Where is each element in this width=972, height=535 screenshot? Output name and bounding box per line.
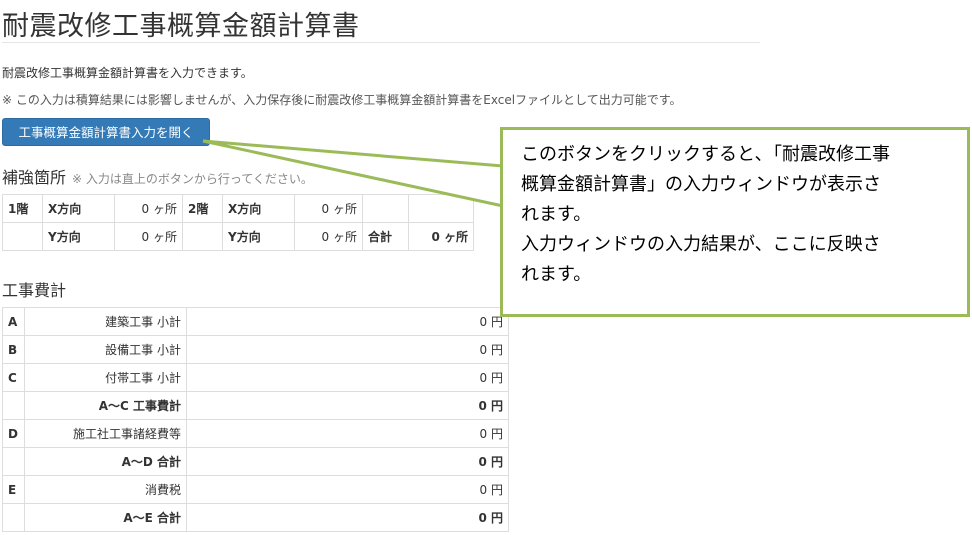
row-code: C: [2, 363, 25, 392]
reinforcement-heading: 補強箇所 ※ 入力は直上のボタンから行ってください。: [2, 164, 313, 188]
floor-2-y-count: 0 ヶ所: [294, 222, 363, 251]
callout-line: このボタンをクリックすると､「耐震改修工事: [521, 144, 890, 165]
cost-table: A 建築工事 小計 0 円 B 設備工事 小計 0 円 C 付帯工事 小計 0 …: [2, 307, 509, 532]
table-row: A 建築工事 小計 0 円: [2, 307, 509, 336]
table-row: A～D 合計 0 円: [2, 447, 509, 476]
row-code: E: [2, 475, 25, 504]
reinforcement-table: 1階 X方向 0 ヶ所 2階 X方向 0 ヶ所 Y方向 0 ヶ所 Y方向 0 ヶ…: [2, 194, 474, 251]
total-count: 0 ヶ所: [408, 222, 474, 251]
floor-1-y-count: 0 ヶ所: [114, 222, 183, 251]
reinforcement-hint: ※ 入力は直上のボタンから行ってください。: [72, 172, 313, 186]
row-label: A～E 合計: [24, 503, 187, 532]
empty-cell: [362, 194, 409, 223]
direction-x-label: X方向: [222, 194, 295, 223]
title-divider: [2, 42, 760, 43]
empty-cell: [408, 194, 474, 223]
direction-y-label: Y方向: [42, 222, 115, 251]
callout-line: れます。: [521, 264, 592, 285]
row-code: A: [2, 307, 25, 336]
row-code: B: [2, 335, 25, 364]
table-row: B 設備工事 小計 0 円: [2, 335, 509, 364]
open-estimate-input-button[interactable]: 工事概算金額計算書入力を開く: [2, 118, 210, 146]
row-amount: 0 円: [186, 503, 509, 532]
empty-cell: [182, 222, 223, 251]
row-amount: 0 円: [186, 307, 509, 336]
page-title: 耐震改修工事概算金額計算書: [2, 11, 360, 42]
table-row: D 施工社工事諸経費等 0 円: [2, 419, 509, 448]
row-label: 施工社工事諸経費等: [24, 419, 187, 448]
row-label: 建築工事 小計: [24, 307, 187, 336]
floor-2-x-count: 0 ヶ所: [294, 194, 363, 223]
table-row: A～C 工事費計 0 円: [2, 391, 509, 420]
annotation-callout: このボタンをクリックすると､「耐震改修工事 概算金額計算書」の入力ウィンドウが表…: [500, 127, 970, 317]
note-text: ※ この入力は積算結果には影響しませんが、入力保存後に耐震改修工事概算金額計算書…: [2, 93, 682, 107]
row-label: A～C 工事費計: [24, 391, 187, 420]
row-label: A～D 合計: [24, 447, 187, 476]
table-row: 1階 X方向 0 ヶ所 2階 X方向 0 ヶ所: [2, 194, 474, 223]
floor-1-label: 1階: [2, 194, 43, 223]
direction-y-label: Y方向: [222, 222, 295, 251]
total-label: 合計: [362, 222, 409, 251]
table-row: E 消費税 0 円: [2, 475, 509, 504]
row-code: D: [2, 419, 25, 448]
reinforcement-heading-label: 補強箇所: [2, 168, 67, 187]
row-amount: 0 円: [186, 419, 509, 448]
row-code: [2, 503, 25, 532]
empty-cell: [2, 222, 43, 251]
callout-line: れます。: [521, 204, 592, 225]
table-row: Y方向 0 ヶ所 Y方向 0 ヶ所 合計 0 ヶ所: [2, 222, 474, 251]
row-label: 設備工事 小計: [24, 335, 187, 364]
row-label: 消費税: [24, 475, 187, 504]
table-row: A～E 合計 0 円: [2, 503, 509, 532]
row-label: 付帯工事 小計: [24, 363, 187, 392]
table-row: C 付帯工事 小計 0 円: [2, 363, 509, 392]
direction-x-label: X方向: [42, 194, 115, 223]
row-amount: 0 円: [186, 475, 509, 504]
row-code: [2, 447, 25, 476]
callout-line: 概算金額計算書」の入力ウィンドウが表示さ: [521, 174, 881, 195]
row-amount: 0 円: [186, 447, 509, 476]
row-amount: 0 円: [186, 363, 509, 392]
row-code: [2, 391, 25, 420]
floor-2-label: 2階: [182, 194, 223, 223]
callout-line: 入力ウィンドウの入力結果が、ここに反映さ: [521, 234, 881, 255]
row-amount: 0 円: [186, 391, 509, 420]
intro-text: 耐震改修工事概算金額計算書を入力できます。: [2, 66, 253, 80]
cost-heading: 工事費計: [2, 281, 67, 300]
floor-1-x-count: 0 ヶ所: [114, 194, 183, 223]
row-amount: 0 円: [186, 335, 509, 364]
